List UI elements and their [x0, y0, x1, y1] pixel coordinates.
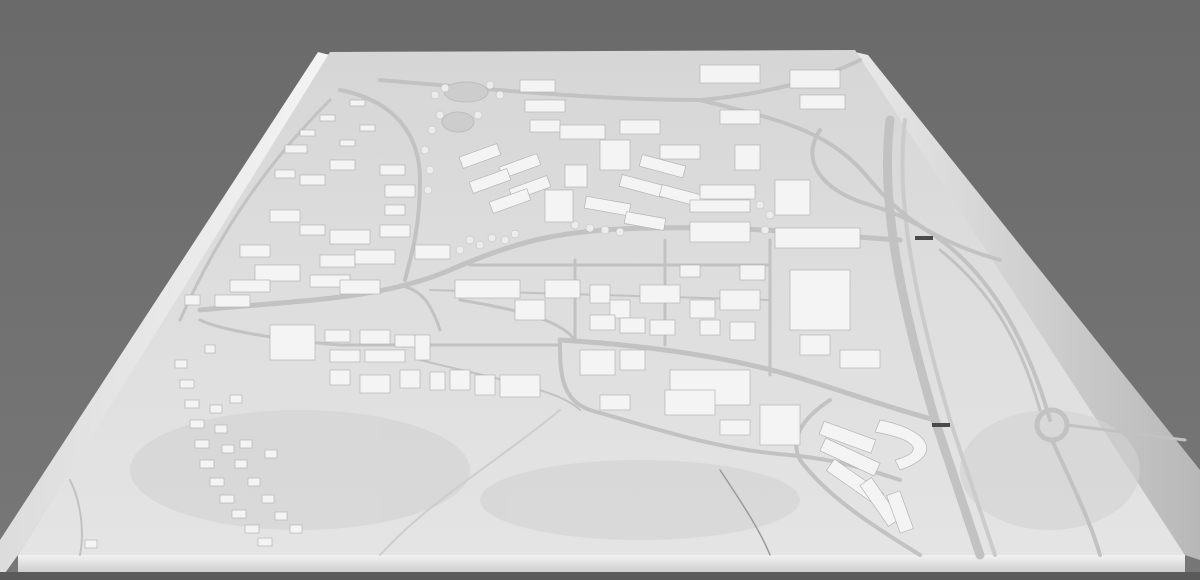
- model-front-edge: [18, 555, 1185, 572]
- site-model-photo: [0, 0, 1200, 580]
